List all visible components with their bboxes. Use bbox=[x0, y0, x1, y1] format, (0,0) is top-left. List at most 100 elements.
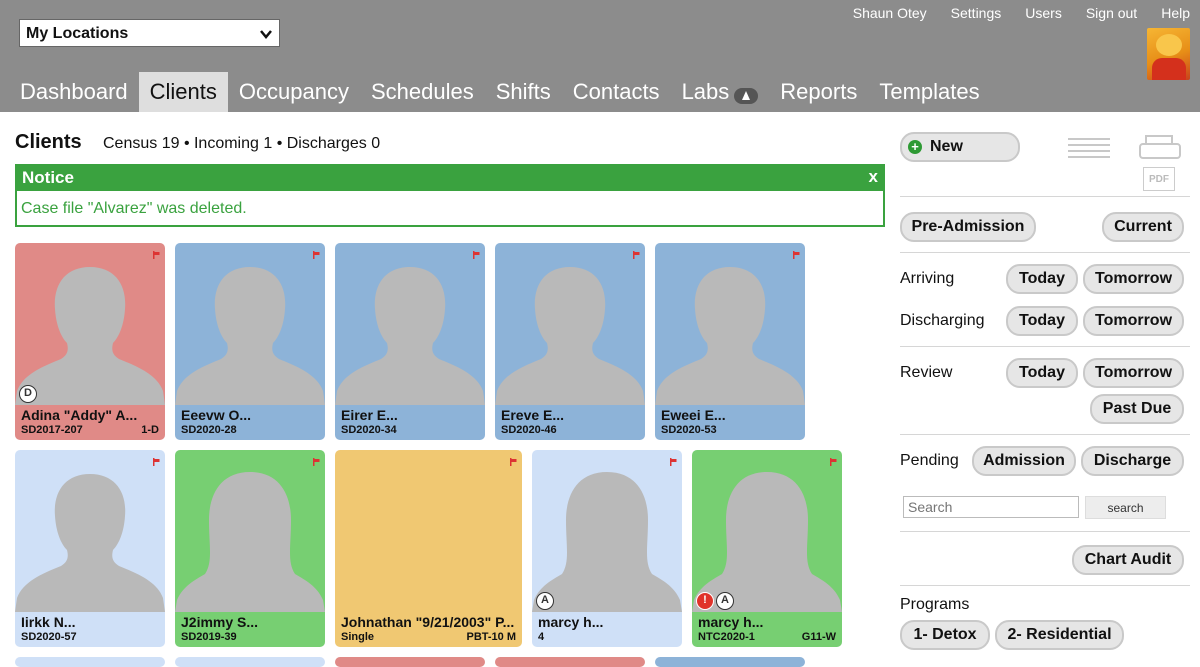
client-card[interactable] bbox=[335, 657, 485, 667]
alert-icon: ! bbox=[696, 592, 714, 610]
client-card[interactable] bbox=[15, 657, 165, 667]
notice-close-button[interactable]: x bbox=[869, 167, 878, 187]
client-name: marcy h... bbox=[538, 614, 604, 630]
arriving-today-button[interactable]: Today bbox=[1006, 264, 1078, 294]
sidebar: + New PDF Pre-Admission Current Arriving… bbox=[900, 130, 1190, 660]
sign-out-link[interactable]: Sign out bbox=[1086, 5, 1137, 21]
census-summary: Census 19 • Incoming 1 • Discharges 0 bbox=[103, 135, 381, 152]
client-card[interactable]: Eweei E... SD2020-53 bbox=[655, 243, 805, 440]
chevron-down-icon bbox=[260, 30, 272, 39]
client-card[interactable]: ! Amarcy h... NTC2020-1 G11-W bbox=[692, 450, 842, 647]
tab-dashboard[interactable]: Dashboard bbox=[9, 72, 139, 112]
flag-icon[interactable] bbox=[829, 453, 837, 466]
flag-icon[interactable] bbox=[792, 246, 800, 259]
client-card[interactable] bbox=[655, 657, 805, 667]
printer-icon[interactable] bbox=[1138, 134, 1182, 160]
client-name: Iirkk N... bbox=[21, 614, 76, 630]
location-select[interactable]: My Locations bbox=[19, 19, 280, 47]
settings-link[interactable]: Settings bbox=[951, 5, 1002, 21]
arriving-tomorrow-button[interactable]: Tomorrow bbox=[1083, 264, 1184, 294]
pre-admission-button[interactable]: Pre-Admission bbox=[900, 212, 1036, 242]
program-detox-button[interactable]: 1- Detox bbox=[900, 620, 990, 650]
tab-shifts[interactable]: Shifts bbox=[485, 72, 562, 112]
status-badge: A bbox=[536, 592, 554, 610]
notice-header: Notice x bbox=[17, 166, 883, 191]
client-id: SD2020-28 bbox=[181, 424, 237, 436]
client-grid: D Adina "Addy" A... SD2017-207 1-D Eeevw O..… bbox=[15, 243, 895, 667]
client-name: Eirer E... bbox=[341, 407, 398, 423]
client-card[interactable]: Johnathan "9/21/2003" P... Single PBT-10 M bbox=[335, 450, 522, 647]
search-input[interactable] bbox=[903, 496, 1079, 518]
client-id: SD2019-39 bbox=[181, 631, 237, 643]
male-silhouette-icon bbox=[655, 267, 805, 405]
tab-reports[interactable]: Reports bbox=[769, 72, 868, 112]
client-name: marcy h... bbox=[698, 614, 764, 630]
tab-schedules[interactable]: Schedules bbox=[360, 72, 485, 112]
client-name: J2immy S... bbox=[181, 614, 259, 630]
users-link[interactable]: Users bbox=[1025, 5, 1062, 21]
divider bbox=[900, 434, 1190, 435]
avatar[interactable] bbox=[1147, 28, 1190, 80]
tab-clients[interactable]: Clients bbox=[138, 72, 228, 112]
program-residential-button[interactable]: 2- Residential bbox=[995, 620, 1124, 650]
flag-icon[interactable] bbox=[472, 246, 480, 259]
notice-banner: Notice x Case file "Alvarez" was deleted… bbox=[15, 164, 885, 227]
client-name: Eweei E... bbox=[661, 407, 726, 423]
tab-templates[interactable]: Templates bbox=[868, 72, 990, 112]
client-card[interactable] bbox=[495, 657, 645, 667]
client-card[interactable]: Ereve E... SD2020-46 bbox=[495, 243, 645, 440]
search-button[interactable]: search bbox=[1085, 496, 1166, 519]
client-card[interactable]: Eeevw O... SD2020-28 bbox=[175, 243, 325, 440]
pdf-icon[interactable]: PDF bbox=[1143, 167, 1175, 191]
female-silhouette-icon bbox=[532, 472, 682, 612]
client-card[interactable]: Eirer E... SD2020-34 bbox=[335, 243, 485, 440]
flag-icon[interactable] bbox=[312, 246, 320, 259]
tab-labs[interactable]: Labs bbox=[671, 72, 770, 112]
client-badges: A bbox=[536, 592, 554, 610]
flag-icon[interactable] bbox=[152, 453, 160, 466]
help-link[interactable]: Help bbox=[1161, 5, 1190, 21]
female-silhouette-icon bbox=[692, 472, 842, 612]
client-card[interactable]: Iirkk N... SD2020-57 bbox=[15, 450, 165, 647]
client-id: SD2017-207 bbox=[21, 424, 83, 436]
arriving-label: Arriving bbox=[900, 270, 955, 287]
divider bbox=[900, 252, 1190, 253]
flag-icon[interactable] bbox=[152, 246, 160, 259]
client-id: SD2020-53 bbox=[661, 424, 717, 436]
pending-discharge-button[interactable]: Discharge bbox=[1081, 446, 1184, 476]
client-id: NTC2020-1 bbox=[698, 631, 755, 643]
user-name-link[interactable]: Shaun Otey bbox=[853, 5, 927, 21]
user-links: Shaun Otey Settings Users Sign out Help bbox=[829, 5, 1190, 21]
client-id: Single bbox=[341, 631, 375, 643]
review-today-button[interactable]: Today bbox=[1006, 358, 1078, 388]
pending-admission-button[interactable]: Admission bbox=[972, 446, 1076, 476]
flag-icon[interactable] bbox=[669, 453, 677, 466]
discharging-tomorrow-button[interactable]: Tomorrow bbox=[1083, 306, 1184, 336]
client-card[interactable] bbox=[175, 657, 325, 667]
client-card[interactable]: Amarcy h... 4 bbox=[532, 450, 682, 647]
list-view-icon[interactable] bbox=[1068, 136, 1110, 160]
flag-icon[interactable] bbox=[312, 453, 320, 466]
client-card[interactable]: D Adina "Addy" A... SD2017-207 1-D bbox=[15, 243, 165, 440]
chart-audit-button[interactable]: Chart Audit bbox=[1072, 545, 1184, 575]
male-silhouette-icon bbox=[15, 267, 165, 405]
client-card[interactable]: J2immy S... SD2019-39 bbox=[175, 450, 325, 647]
flag-icon[interactable] bbox=[632, 246, 640, 259]
flask-icon bbox=[734, 88, 759, 104]
current-button[interactable]: Current bbox=[1102, 212, 1184, 242]
client-id: SD2020-46 bbox=[501, 424, 557, 436]
client-bed: PBT-10 M bbox=[466, 631, 516, 643]
tab-occupancy[interactable]: Occupancy bbox=[228, 72, 360, 112]
flag-icon[interactable] bbox=[509, 453, 517, 466]
pending-label: Pending bbox=[900, 452, 959, 469]
male-silhouette-icon bbox=[175, 267, 325, 405]
new-client-button[interactable]: + New bbox=[900, 132, 1020, 162]
tab-labs-label: Labs bbox=[681, 79, 730, 104]
discharging-today-button[interactable]: Today bbox=[1006, 306, 1078, 336]
review-past-due-button[interactable]: Past Due bbox=[1090, 394, 1184, 424]
male-silhouette-icon bbox=[15, 474, 165, 612]
notice-message: Case file "Alvarez" was deleted. bbox=[21, 200, 247, 217]
review-tomorrow-button[interactable]: Tomorrow bbox=[1083, 358, 1184, 388]
main-nav: Dashboard Clients Occupancy Schedules Sh… bbox=[9, 72, 991, 112]
tab-contacts[interactable]: Contacts bbox=[562, 72, 671, 112]
